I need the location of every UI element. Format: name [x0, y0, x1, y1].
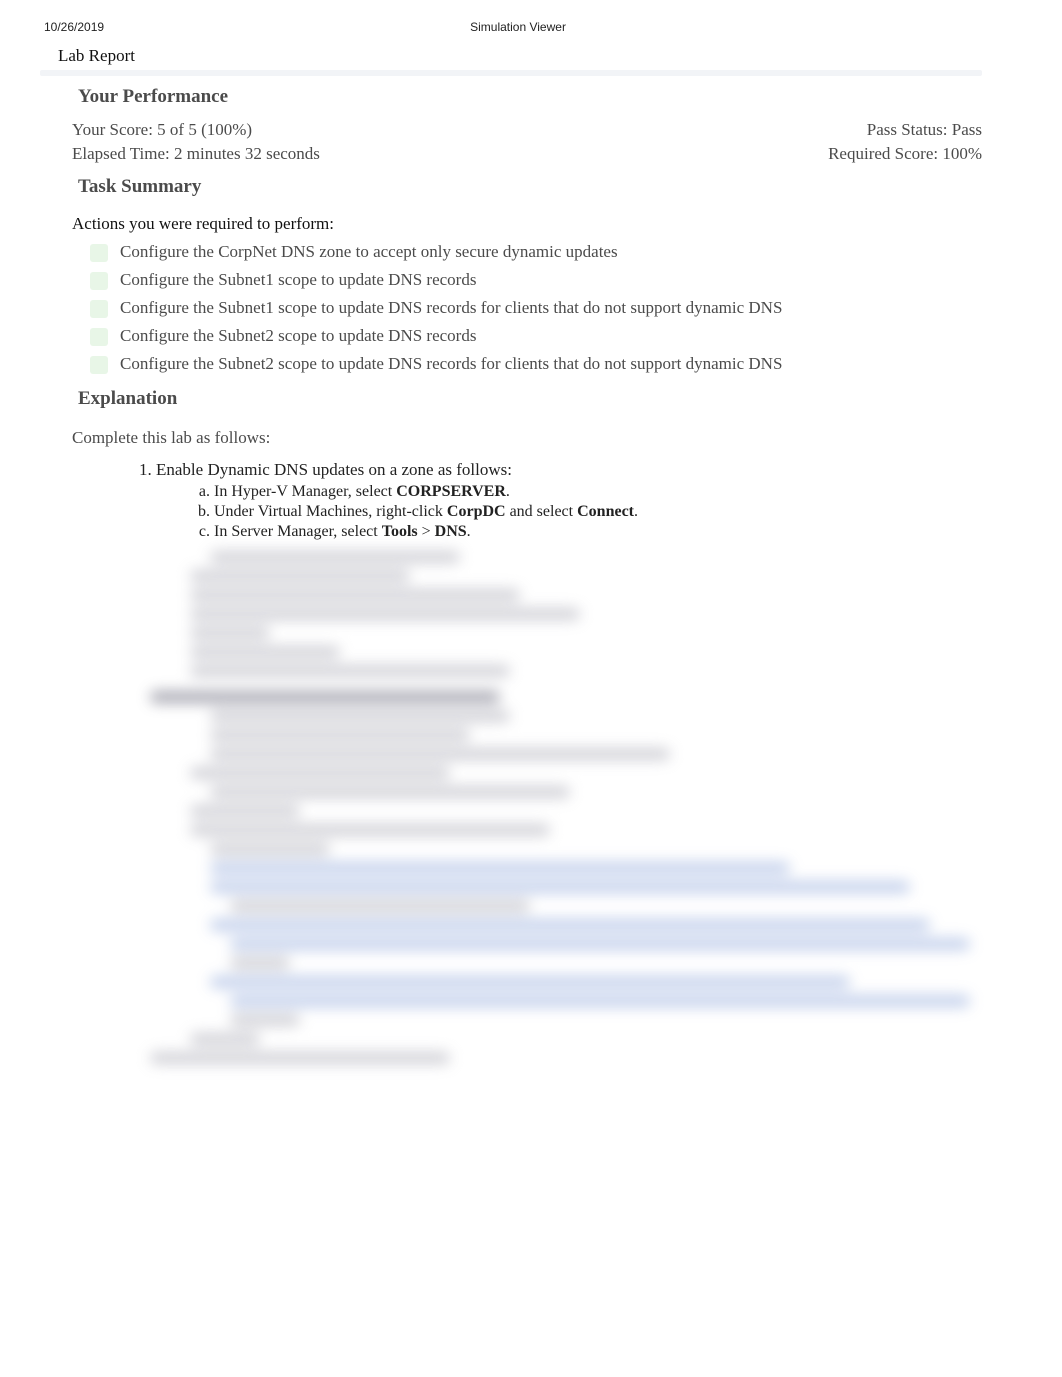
- check-icon: [90, 328, 108, 346]
- actions-required-label: Actions you were required to perform:: [40, 208, 982, 238]
- action-text: Configure the Subnet2 scope to update DN…: [120, 354, 782, 374]
- action-text: Configure the Subnet2 scope to update DN…: [120, 326, 476, 346]
- list-item: Configure the Subnet2 scope to update DN…: [90, 322, 982, 350]
- explanation-heading: Explanation: [78, 388, 982, 410]
- step1-title: Enable Dynamic DNS updates on a zone as …: [156, 460, 512, 479]
- elapsed-row: Elapsed Time: 2 minutes 32 seconds Requi…: [40, 142, 982, 166]
- check-icon: [90, 356, 108, 374]
- list-item: Configure the CorpNet DNS zone to accept…: [90, 238, 982, 266]
- page-header: 10/26/2019 Simulation Viewer: [40, 20, 982, 38]
- check-icon: [90, 272, 108, 290]
- header-title: Simulation Viewer: [470, 20, 566, 34]
- header-date: 10/26/2019: [44, 20, 104, 34]
- performance-heading: Your Performance: [78, 86, 982, 108]
- steps-list: Enable Dynamic DNS updates on a zone as …: [40, 460, 982, 544]
- action-text: Configure the Subnet1 scope to update DN…: [120, 298, 782, 318]
- action-text: Configure the CorpNet DNS zone to accept…: [120, 242, 618, 262]
- required-score: Required Score: 100%: [828, 144, 982, 164]
- task-summary-heading: Task Summary: [78, 176, 982, 198]
- pass-status: Pass Status: Pass: [867, 120, 982, 140]
- list-item: Configure the Subnet2 scope to update DN…: [90, 350, 982, 378]
- lab-report-label: Lab Report: [40, 38, 982, 70]
- elapsed-time: Elapsed Time: 2 minutes 32 seconds: [72, 144, 320, 164]
- check-icon: [90, 300, 108, 318]
- check-icon: [90, 244, 108, 262]
- step1-c: In Server Manager, select Tools > DNS.: [214, 522, 982, 542]
- score-row: Your Score: 5 of 5 (100%) Pass Status: P…: [40, 118, 982, 142]
- explanation-intro: Complete this lab as follows:: [40, 420, 982, 460]
- step-1: Enable Dynamic DNS updates on a zone as …: [156, 460, 982, 544]
- action-text: Configure the Subnet1 scope to update DN…: [120, 270, 476, 290]
- divider: [40, 70, 982, 76]
- actions-list: Configure the CorpNet DNS zone to accept…: [40, 238, 982, 378]
- blurred-content: [190, 551, 982, 1064]
- list-item: Configure the Subnet1 scope to update DN…: [90, 266, 982, 294]
- your-score: Your Score: 5 of 5 (100%): [72, 120, 252, 140]
- step1-a: In Hyper-V Manager, select CORPSERVER.: [214, 482, 982, 502]
- step1-substeps: In Hyper-V Manager, select CORPSERVER. U…: [156, 482, 982, 542]
- step1-b: Under Virtual Machines, right-click Corp…: [214, 502, 982, 522]
- list-item: Configure the Subnet1 scope to update DN…: [90, 294, 982, 322]
